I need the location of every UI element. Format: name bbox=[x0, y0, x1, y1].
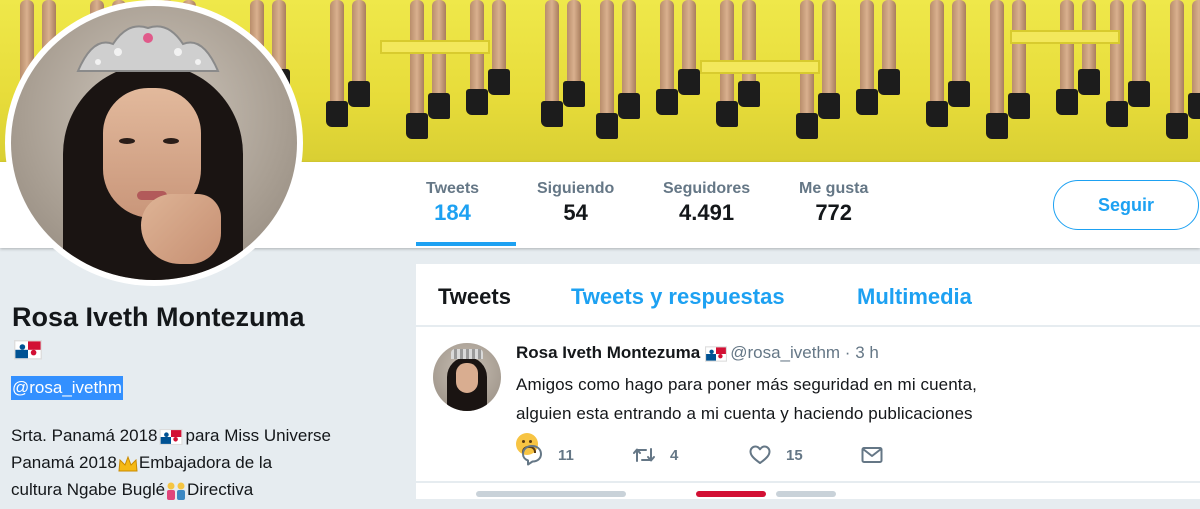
like-count: 15 bbox=[786, 446, 803, 464]
tweet-header: Rosa Iveth Montezuma @rosa_ivethm · 3 h bbox=[516, 343, 879, 363]
bio-text: cultura Ngabe Buglé bbox=[11, 480, 166, 499]
tweet-item[interactable]: Rosa Iveth Montezuma @rosa_ivethm · 3 h A… bbox=[416, 327, 1200, 482]
bio-text: Panamá 2018 bbox=[11, 453, 117, 472]
avatar-image bbox=[11, 6, 297, 280]
tab-tweets[interactable]: Tweets bbox=[438, 284, 511, 310]
stat-following[interactable]: Siguiendo 54 bbox=[537, 180, 614, 226]
profile-name: Rosa Iveth Montezuma bbox=[12, 302, 305, 332]
tab-media[interactable]: Multimedia bbox=[857, 284, 972, 310]
profile-avatar[interactable] bbox=[5, 0, 303, 286]
retweet-icon bbox=[633, 448, 655, 462]
profile-bio: Srta. Panamá 2018 para Miss Universe Pana… bbox=[11, 422, 389, 503]
stat-tweets-value: 184 bbox=[434, 200, 471, 225]
stat-followers-value: 4.491 bbox=[679, 200, 735, 225]
active-stat-indicator bbox=[416, 242, 516, 246]
couple-emoji-icon bbox=[165, 481, 187, 501]
panama-flag-icon bbox=[159, 428, 183, 445]
tweet-author-handle[interactable]: @rosa_ivethm bbox=[730, 343, 840, 362]
next-tweet-partial bbox=[416, 483, 1200, 499]
panama-flag-icon bbox=[14, 340, 42, 360]
stat-likes[interactable]: Me gusta 772 bbox=[799, 180, 868, 226]
tweet-body: Amigos como hago para poner más segurida… bbox=[516, 375, 977, 423]
reply-button[interactable]: 11 bbox=[520, 443, 574, 467]
stat-following-label: Siguiendo bbox=[537, 180, 615, 197]
bio-text: para Miss Universe bbox=[185, 426, 331, 445]
stat-followers-label: Seguidores bbox=[663, 180, 751, 197]
follow-button[interactable]: Seguir bbox=[1053, 180, 1199, 230]
like-button[interactable]: 15 bbox=[748, 443, 803, 467]
crown-emoji-icon bbox=[117, 454, 139, 474]
retweet-count: 4 bbox=[670, 446, 679, 464]
tab-tweets-and-replies[interactable]: Tweets y respuestas bbox=[571, 284, 785, 310]
timeline-tabs: Tweets Tweets y respuestas Multimedia bbox=[416, 264, 1200, 326]
bio-text: Directiva bbox=[187, 480, 254, 499]
bio-text: Srta. Panamá 2018 bbox=[11, 426, 158, 445]
panama-flag-icon bbox=[705, 345, 728, 362]
stat-likes-label: Me gusta bbox=[799, 180, 869, 197]
profile-handle[interactable]: @rosa_ivethm bbox=[11, 376, 123, 400]
stat-followers[interactable]: Seguidores 4.491 bbox=[663, 180, 750, 226]
stat-tweets-label: Tweets bbox=[426, 180, 480, 197]
tweet-avatar[interactable] bbox=[433, 343, 501, 411]
direct-message-button[interactable] bbox=[860, 443, 898, 467]
stat-following-value: 54 bbox=[563, 200, 588, 225]
bio-text: Embajadora de la bbox=[138, 453, 273, 472]
heart-icon bbox=[749, 445, 771, 464]
stat-tweets[interactable]: Tweets 184 bbox=[426, 180, 479, 226]
stat-likes-value: 772 bbox=[815, 200, 853, 225]
retweet-button[interactable]: 4 bbox=[632, 443, 678, 467]
tiara-image bbox=[76, 25, 220, 72]
tweet-separator: · bbox=[844, 343, 851, 362]
reply-icon bbox=[522, 445, 542, 466]
envelope-icon bbox=[861, 447, 883, 463]
tweet-timestamp[interactable]: 3 h bbox=[855, 343, 879, 362]
tweet-author-name[interactable]: Rosa Iveth Montezuma bbox=[516, 343, 700, 362]
reply-count: 11 bbox=[558, 446, 574, 464]
